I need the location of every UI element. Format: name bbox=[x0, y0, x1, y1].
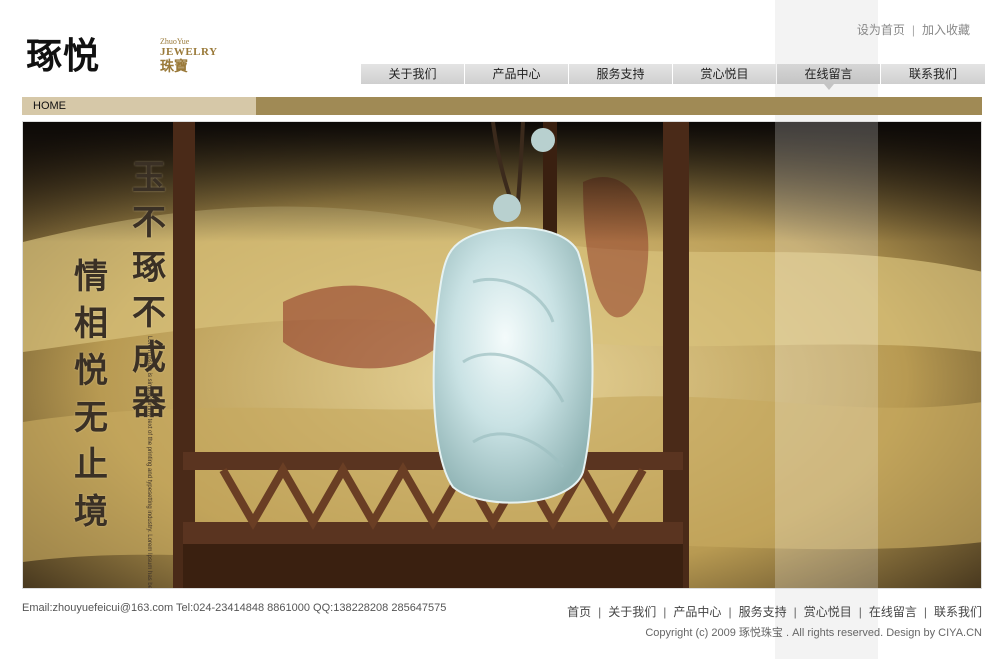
hero-banner: 玉不琢不成器 情相悦无止境 Lorem Ipsum is simply dumm… bbox=[22, 121, 982, 589]
logo-cn: 珠寶 bbox=[160, 59, 188, 75]
footer-nav-separator: | bbox=[598, 605, 602, 619]
footer-contact: Email:zhouyuefeicui@163.com Tel:024-2341… bbox=[22, 602, 447, 614]
add-favorite-link[interactable]: 加入收藏 bbox=[922, 23, 970, 37]
footer-link-message[interactable]: 在线留言 bbox=[869, 605, 917, 619]
main-nav: 关于我们 产品中心 服务支持 赏心悦目 在线留言 联系我们 bbox=[361, 64, 985, 90]
breadcrumb-bar: HOME bbox=[22, 97, 982, 115]
footer-nav-separator: | bbox=[793, 605, 797, 619]
footer-link-contact[interactable]: 联系我们 bbox=[934, 605, 982, 619]
site-logo[interactable]: 琢悦 ZhuoYue JEWELRY 珠寶 bbox=[26, 36, 226, 80]
footer-link-gallery[interactable]: 赏心悦目 bbox=[804, 605, 852, 619]
nav-item-products[interactable]: 产品中心 bbox=[465, 64, 568, 84]
nav-item-gallery[interactable]: 赏心悦目 bbox=[673, 64, 776, 84]
top-links: 设为首页 | 加入收藏 bbox=[857, 21, 970, 38]
footer-nav: 首页 | 关于我们 | 产品中心 | 服务支持 | 赏心悦目 | 在线留言 | 联系我们 bbox=[567, 603, 982, 620]
logo-en: JEWELRY bbox=[160, 46, 218, 58]
footer-link-home[interactable]: 首页 bbox=[567, 605, 591, 619]
footer-link-about[interactable]: 关于我们 bbox=[608, 605, 656, 619]
footer-nav-separator: | bbox=[728, 605, 732, 619]
banner-slogan-b: 情相悦无止境 bbox=[74, 257, 108, 532]
logo-side-text: ZhuoYue JEWELRY 珠寶 bbox=[160, 38, 230, 76]
logo-en-small: ZhuoYue bbox=[160, 37, 190, 46]
top-links-separator: | bbox=[911, 23, 915, 37]
nav-item-contact[interactable]: 联系我们 bbox=[881, 64, 985, 84]
footer-nav-separator: | bbox=[858, 605, 862, 619]
set-homepage-link[interactable]: 设为首页 bbox=[857, 23, 905, 37]
footer-nav-separator: | bbox=[923, 605, 927, 619]
nav-item-message[interactable]: 在线留言 bbox=[777, 64, 880, 90]
footer-nav-separator: | bbox=[663, 605, 667, 619]
footer-link-service[interactable]: 服务支持 bbox=[739, 605, 787, 619]
nav-item-about[interactable]: 关于我们 bbox=[361, 64, 464, 84]
nav-item-service[interactable]: 服务支持 bbox=[569, 64, 672, 84]
logo-main-text: 琢悦 bbox=[26, 35, 101, 77]
breadcrumb-home[interactable]: HOME bbox=[22, 97, 256, 115]
banner-body-text: Lorem Ipsum is simply dummy text of the … bbox=[145, 336, 153, 588]
banner-highlight-column bbox=[775, 122, 878, 588]
footer-link-products[interactable]: 产品中心 bbox=[673, 605, 721, 619]
footer-copyright: Copyright (c) 2009 琢悦珠宝 . All rights res… bbox=[645, 627, 982, 639]
